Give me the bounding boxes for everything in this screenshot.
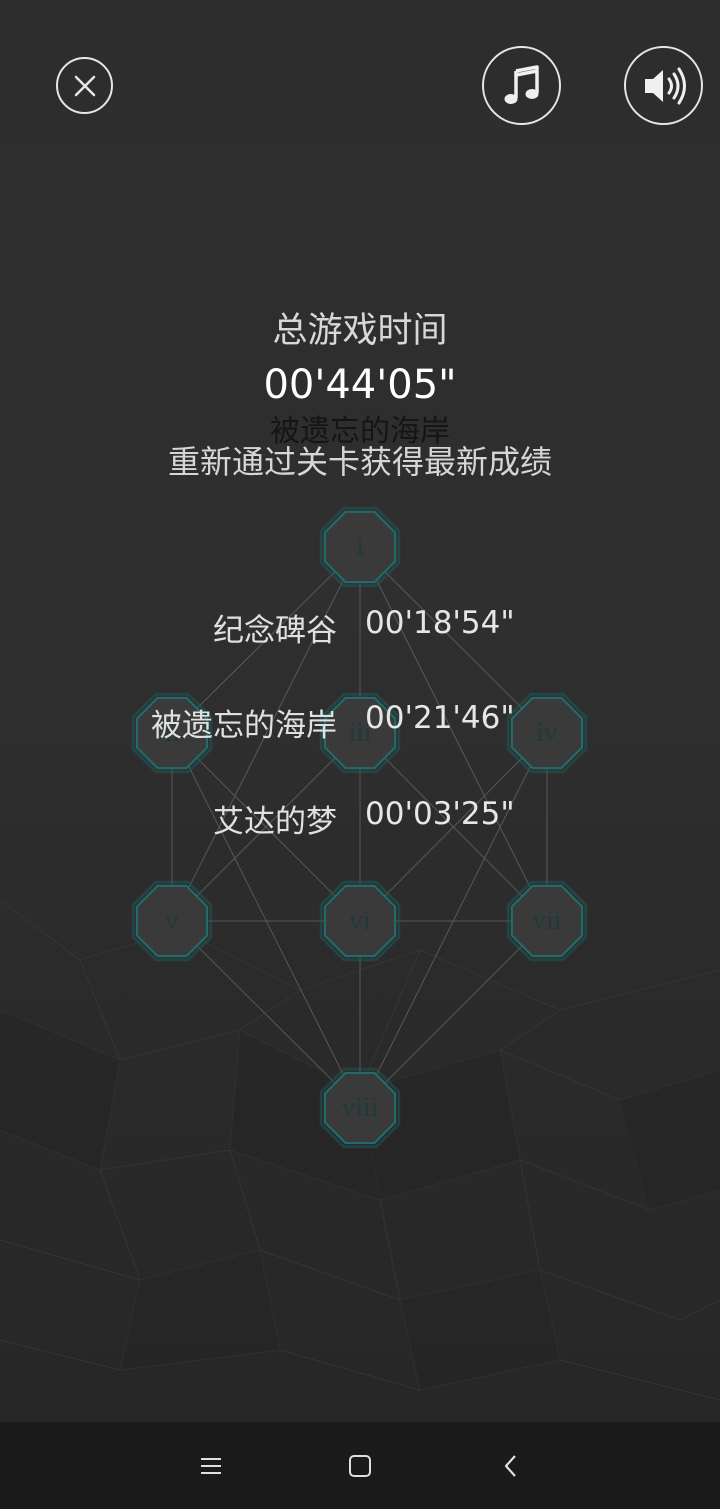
score-row: 被遗忘的海岸 00'21'46" — [0, 700, 720, 744]
menu-button[interactable] — [191, 1446, 231, 1486]
level-node-label: viii — [341, 1094, 379, 1122]
level-node-viii[interactable]: viii — [319, 1067, 401, 1149]
home-square-icon — [349, 1455, 371, 1477]
level-node-vi[interactable]: vi — [319, 880, 401, 962]
level-node-label: i — [356, 533, 364, 561]
level-node-vii[interactable]: vii — [506, 880, 588, 962]
level-node-label: v — [164, 907, 179, 935]
level-node-v[interactable]: v — [131, 880, 213, 962]
game-screen: i ii iii iv v vi vii viii 总游戏时间 00'44'05" 被遗忘的海… — [0, 0, 720, 1509]
level-node-label: vi — [348, 907, 371, 935]
level-node-label: vii — [532, 907, 562, 935]
menu-icon — [201, 1458, 221, 1474]
score-row: 艾达的梦 00'03'25" — [0, 796, 720, 840]
total-time-value: 00'44'05" — [263, 362, 457, 408]
home-button[interactable] — [340, 1446, 380, 1486]
score-chapter-name: 被遗忘的海岸 — [151, 708, 337, 744]
score-chapter-time: 00'21'46" — [365, 700, 515, 736]
score-chapter-time: 00'03'25" — [365, 796, 515, 832]
total-time-title: 总游戏时间 — [272, 311, 448, 351]
score-chapter-name: 艾达的梦 — [213, 804, 337, 840]
level-node-i[interactable]: i — [319, 506, 401, 588]
score-row: 纪念碑谷 00'18'54" — [0, 605, 720, 649]
back-button[interactable] — [491, 1446, 531, 1486]
back-chevron-icon — [504, 1455, 516, 1477]
replay-hint-text: 重新通过关卡获得最新成绩 — [167, 443, 552, 481]
score-chapter-time: 00'18'54" — [365, 605, 515, 641]
system-navigation-bar — [0, 1422, 720, 1509]
score-chapter-name: 纪念碑谷 — [213, 613, 337, 649]
